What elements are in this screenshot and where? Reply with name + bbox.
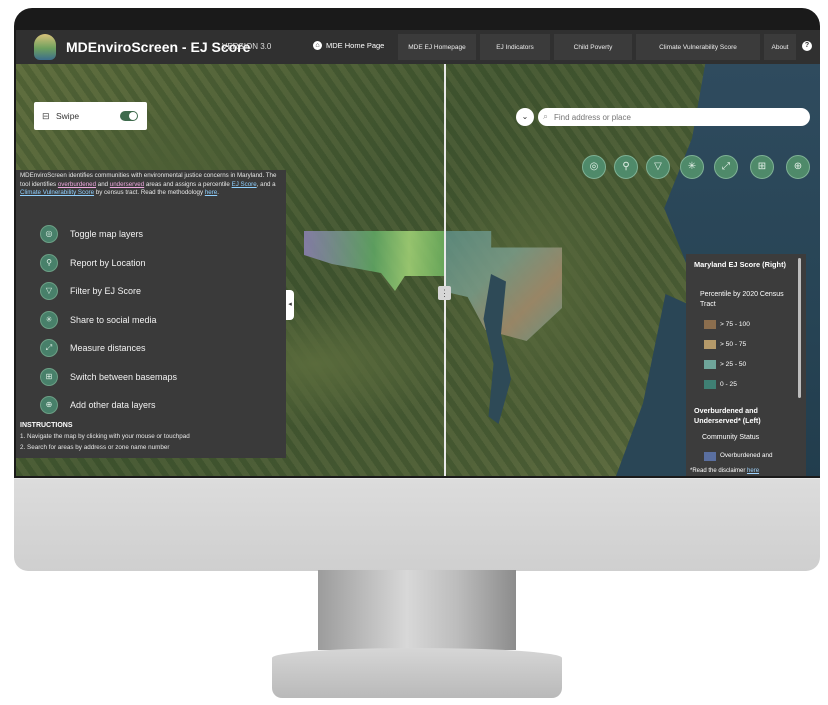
legend-subtitle: Percentile by 2020 Census Tract: [700, 291, 784, 308]
filter-icon[interactable]: ▽: [646, 155, 670, 179]
disclaimer: *Read the disclaimer here: [690, 468, 759, 474]
search-input[interactable]: [538, 108, 810, 126]
intro-part: by census tract. Read the methodology: [94, 189, 205, 196]
menu-item-label: Toggle map layers: [70, 229, 144, 240]
add-layers-icon[interactable]: ⊕: [786, 155, 810, 179]
methodology-link[interactable]: here: [205, 189, 217, 196]
measure-icon[interactable]: ⤢: [714, 155, 738, 179]
legend-title-left: Overburdened and Underserved* (Left): [694, 406, 761, 425]
menu-item-label: Measure distances: [70, 343, 146, 354]
menu-item-report-location[interactable]: ⚲ Report by Location: [40, 249, 280, 278]
disclaimer-link[interactable]: here: [747, 468, 759, 474]
menu-item-label: Switch between basemaps: [70, 371, 178, 382]
search-icon: ⌕: [543, 111, 549, 121]
instruction-item: 2. Search for areas by address or zone n…: [20, 444, 170, 451]
tab-climate-vulnerability[interactable]: Climate Vulnerability Score: [636, 34, 760, 60]
intro-text: MDEnviroScreen identifies communities wi…: [20, 172, 282, 198]
menu-item-basemaps[interactable]: ⊞ Switch between basemaps: [40, 363, 280, 392]
app-logo: [34, 34, 56, 60]
app-header: MDEnviroScreen - EJ Score VERSION 3.0 ⌂ M…: [16, 30, 820, 64]
measure-icon: ⤢: [40, 339, 58, 358]
share-icon[interactable]: ✳: [680, 155, 704, 179]
menu-item-label: Filter by EJ Score: [70, 286, 142, 297]
legend-class-label: > 50 - 75: [720, 341, 747, 348]
legend-swatch: [704, 340, 716, 349]
legend-overburdened-label: Overburdened and: [720, 452, 773, 459]
collapse-panel-button[interactable]: ◂: [286, 290, 294, 320]
climate-score-link[interactable]: Climate Vulnerability Score: [20, 189, 94, 196]
menu-item-label: Share to social media: [70, 314, 157, 325]
intro-part: areas and assigns a percentile: [144, 180, 232, 188]
swipe-handle-icon[interactable]: ⋮: [438, 286, 451, 300]
ej-score-link[interactable]: EJ Score: [232, 181, 257, 188]
filter-icon: ▽: [40, 282, 58, 301]
legend-community-status: Community Status: [702, 434, 760, 441]
add-layers-icon: ⊕: [40, 396, 58, 415]
basemap-icon: ⊞: [40, 367, 58, 386]
overburdened-layer: [304, 231, 444, 291]
menu-item-measure[interactable]: ⤢ Measure distances: [40, 334, 280, 363]
menu-item-toggle-layers[interactable]: ◎ Toggle map layers: [40, 220, 280, 249]
instructions-heading: INSTRUCTIONS: [20, 422, 73, 429]
help-icon[interactable]: ?: [802, 41, 812, 51]
basemap-icon[interactable]: ⊞: [750, 155, 774, 179]
side-panel: MDEnviroScreen identifies communities wi…: [16, 170, 286, 458]
home-icon: ⌂: [313, 41, 322, 50]
home-link[interactable]: ⌂ MDE Home Page: [313, 41, 384, 50]
tab-about[interactable]: About: [764, 34, 796, 60]
share-icon: ✳: [40, 310, 58, 329]
monitor-stand-neck: [318, 570, 516, 650]
disclaimer-text: *Read the disclaimer: [690, 468, 748, 474]
menu-item-filter[interactable]: ▽ Filter by EJ Score: [40, 277, 280, 306]
monitor-chin: [14, 478, 820, 571]
intro-part: , and a: [256, 180, 276, 188]
instruction-item: 1. Navigate the map by clicking with you…: [20, 433, 190, 440]
monitor-stand-base: [272, 648, 562, 698]
intro-part: and: [96, 180, 110, 188]
swipe-control[interactable]: ⊟ Swipe: [34, 102, 147, 130]
tab-ej-indicators[interactable]: EJ Indicators: [480, 34, 550, 60]
menu-item-label: Report by Location: [70, 257, 146, 268]
chevron-down-icon[interactable]: ⌄: [516, 108, 534, 126]
menu-item-label: Add other data layers: [70, 400, 156, 411]
legend-title-right: Maryland EJ Score (Right): [694, 260, 786, 269]
overburdened-link[interactable]: overburdened: [58, 181, 96, 188]
swipe-label: Swipe: [56, 111, 80, 121]
underserved-link[interactable]: underserved: [110, 181, 144, 188]
legend-swatch: [704, 360, 716, 369]
layers-icon[interactable]: ◎: [582, 155, 606, 179]
menu-item-add-layers[interactable]: ⊕ Add other data layers: [40, 391, 280, 420]
home-link-label: MDE Home Page: [326, 41, 385, 50]
version-label: VERSION 3.0: [222, 42, 272, 51]
tab-mde-ej-homepage[interactable]: MDE EJ Homepage: [398, 34, 476, 60]
swipe-icon: ⊟: [42, 111, 50, 121]
legend-swatch-overburdened: [704, 452, 716, 461]
tool-menu: ◎ Toggle map layers ⚲ Report by Location ▽…: [40, 220, 280, 420]
legend-swatch: [704, 380, 716, 389]
location-report-icon[interactable]: ⚲: [614, 155, 638, 179]
menu-item-share[interactable]: ✳ Share to social media: [40, 306, 280, 335]
legend-scrollbar[interactable]: [798, 258, 801, 398]
legend-class-label: > 25 - 50: [720, 361, 747, 368]
legend-class-label: > 75 - 100: [720, 321, 750, 328]
layers-icon: ◎: [40, 225, 58, 244]
intro-part: .: [217, 189, 219, 196]
location-report-icon: ⚲: [40, 253, 58, 272]
tab-child-poverty[interactable]: Child Poverty: [554, 34, 632, 60]
legend-class-label: 0 - 25: [720, 381, 737, 388]
swipe-toggle[interactable]: [120, 111, 138, 121]
map-view[interactable]: ⋮ ⊟ Swipe ⌄ ⌕ ◎ ⚲ ▽ ✳ ⤢ ⊞ ⊕ MDEnviroScre…: [16, 64, 820, 476]
swipe-divider[interactable]: [444, 64, 446, 476]
legend-panel: Maryland EJ Score (Right) Percentile by …: [686, 254, 806, 476]
app-screen: ⋮ ⊟ Swipe ⌄ ⌕ ◎ ⚲ ▽ ✳ ⤢ ⊞ ⊕ MDEnviroScre…: [16, 30, 820, 476]
legend-swatch: [704, 320, 716, 329]
